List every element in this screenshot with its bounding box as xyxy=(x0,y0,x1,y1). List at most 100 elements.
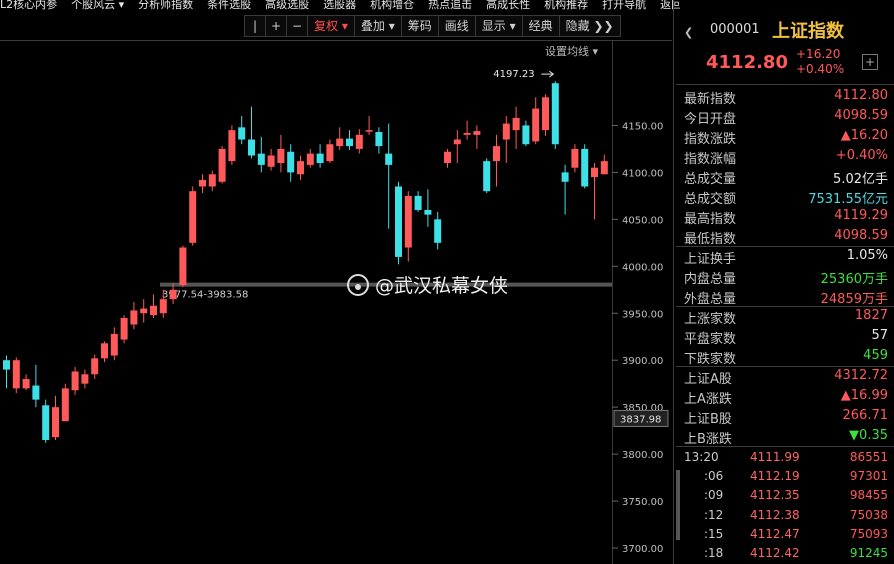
menu-item[interactable]: L2核心内参 xyxy=(0,0,57,10)
stat-value: 25360万手 xyxy=(820,272,888,287)
candle-body xyxy=(42,405,50,441)
candle-body xyxy=(277,148,285,164)
change-percent: +0.40% xyxy=(796,62,845,76)
toolbar-button[interactable]: 复权 ▾ xyxy=(307,15,355,37)
candle-body xyxy=(522,125,530,145)
candle-body xyxy=(336,138,344,147)
tick-volume: 97301 xyxy=(849,469,888,484)
toolbar-button[interactable]: 画线 xyxy=(437,15,476,37)
toolbar-button[interactable]: 叠加 ▾ xyxy=(353,15,402,37)
stat-label: 上涨家数 xyxy=(684,312,737,327)
candle-body xyxy=(228,130,236,162)
menu-item[interactable]: 高成长性 xyxy=(486,0,530,10)
candle-body xyxy=(571,148,579,168)
candle-body xyxy=(453,139,461,145)
candle-body xyxy=(502,123,510,140)
stat-label: 平盘家数 xyxy=(684,332,737,347)
candle-body xyxy=(159,299,167,314)
toolbar-button[interactable]: − xyxy=(286,15,308,37)
menu-item[interactable]: 选股器 xyxy=(323,0,356,10)
candle-body xyxy=(150,305,157,316)
stat-value: ▲16.99 xyxy=(840,388,888,403)
tick-time: 13:20 xyxy=(684,450,719,464)
stat-label: 上A涨跌 xyxy=(684,392,732,407)
toolbar-button[interactable]: 经典 xyxy=(521,15,560,37)
stat-row: 外盘总量 24859万手 xyxy=(676,286,894,307)
stat-label: 总成交额 xyxy=(684,192,737,207)
stat-row: 最高指数 4119.29 xyxy=(676,206,894,227)
tick-volume: 98455 xyxy=(849,488,888,503)
candle-body xyxy=(355,134,363,149)
toolbar-button[interactable]: + xyxy=(265,15,287,37)
stat-label: 指数涨跌 xyxy=(684,132,737,147)
candle-body xyxy=(561,172,569,182)
candle-body xyxy=(238,127,246,140)
add-watchlist-button[interactable]: + xyxy=(862,54,878,70)
stat-label: 外盘总量 xyxy=(684,292,737,307)
toolbar-label: 叠加 xyxy=(360,19,385,33)
quote-header: ❮ 000001 上证指数 4112.80 +16.20 +0.40% + xyxy=(676,14,894,76)
candle-body xyxy=(424,209,432,215)
tick-row: :18 4112.42 91245 xyxy=(676,544,894,563)
stat-value: 266.71 xyxy=(842,408,889,423)
watermark-text: @武汉私幕女侠 xyxy=(375,275,508,297)
toolbar-label: + xyxy=(270,19,282,33)
candle-body xyxy=(257,153,265,165)
tick-time: :09 xyxy=(704,488,724,503)
stock-name: 上证指数 xyxy=(772,21,844,42)
tick-scrollbar[interactable] xyxy=(676,470,680,540)
stat-label: 最高指数 xyxy=(684,212,737,227)
stat-label: 指数涨幅 xyxy=(684,152,737,167)
candle-body xyxy=(385,153,393,165)
y-tick-label: 4050.00 xyxy=(622,215,663,226)
stat-row: 下跌家数 459 xyxy=(676,346,894,367)
tick-time: :15 xyxy=(704,526,724,541)
toolbar-button[interactable]: 隐藏 ❯❯ xyxy=(558,15,621,37)
menu-item[interactable]: 机构推荐 xyxy=(544,0,588,10)
stat-value: 57 xyxy=(871,328,888,343)
y-tick-label: 3800.00 xyxy=(622,450,663,461)
toolbar-button[interactable]: 筹码 xyxy=(400,15,439,37)
stats-ab-shares: 上证A股 4312.72 上A涨跌 ▲16.99 上证B股 266.71 上B涨跌 ▼0.35 xyxy=(676,366,894,447)
stat-value: ▼0.35 xyxy=(849,428,888,443)
tick-time: :12 xyxy=(704,507,724,522)
high-label: 4197.23 xyxy=(493,69,534,80)
toolbar-button[interactable]: 显示 ▾ xyxy=(474,15,523,37)
candle-body xyxy=(404,195,412,248)
candle-body xyxy=(110,333,118,356)
candle-body xyxy=(551,83,559,145)
menu-item[interactable]: 热点追击 xyxy=(428,0,472,10)
toolbar-label: 复权 xyxy=(314,19,339,33)
stat-row: 内盘总量 25360万手 xyxy=(676,266,894,287)
y-tick-label: 4150.00 xyxy=(622,121,663,132)
menu-item[interactable]: 条件选股 xyxy=(207,0,251,10)
stat-row: 上涨家数 1827 xyxy=(676,306,894,327)
candle-body xyxy=(532,108,540,142)
stat-value: 4112.80 xyxy=(834,88,888,103)
candle-body xyxy=(316,153,324,164)
toolbar-label: 经典 xyxy=(528,19,553,33)
toolbar-label: 显示 xyxy=(481,19,506,33)
tick-price: 4112.38 xyxy=(750,507,800,522)
tick-volume: 75038 xyxy=(849,507,888,522)
tick-price: 4112.47 xyxy=(750,526,800,541)
tick-volume: 86551 xyxy=(849,450,888,464)
tick-volume: 75093 xyxy=(849,526,888,541)
toolbar-button[interactable]: | xyxy=(244,15,266,37)
y-tick-label: 3700.00 xyxy=(622,544,663,555)
candle-body xyxy=(600,161,608,175)
weibo-logo-eye-icon xyxy=(355,284,361,290)
candle-body xyxy=(218,148,226,182)
stat-label: 上证B股 xyxy=(684,412,732,427)
menu-item[interactable]: 分析师指数 xyxy=(138,0,193,10)
back-chevron-icon[interactable]: ❮ xyxy=(684,26,693,39)
candle-body xyxy=(91,358,99,375)
candle-body xyxy=(140,308,148,314)
tick-row: :09 4112.35 98455 xyxy=(676,486,894,505)
tick-time: :06 xyxy=(704,469,724,484)
menu-item[interactable]: 打开导航 xyxy=(602,0,646,10)
menu-item[interactable]: 机构增仓 xyxy=(370,0,414,10)
menu-item[interactable]: 个股风云 ▾ xyxy=(71,0,124,10)
candle-body xyxy=(208,174,216,187)
menu-item[interactable]: 高级选股 xyxy=(265,0,309,10)
